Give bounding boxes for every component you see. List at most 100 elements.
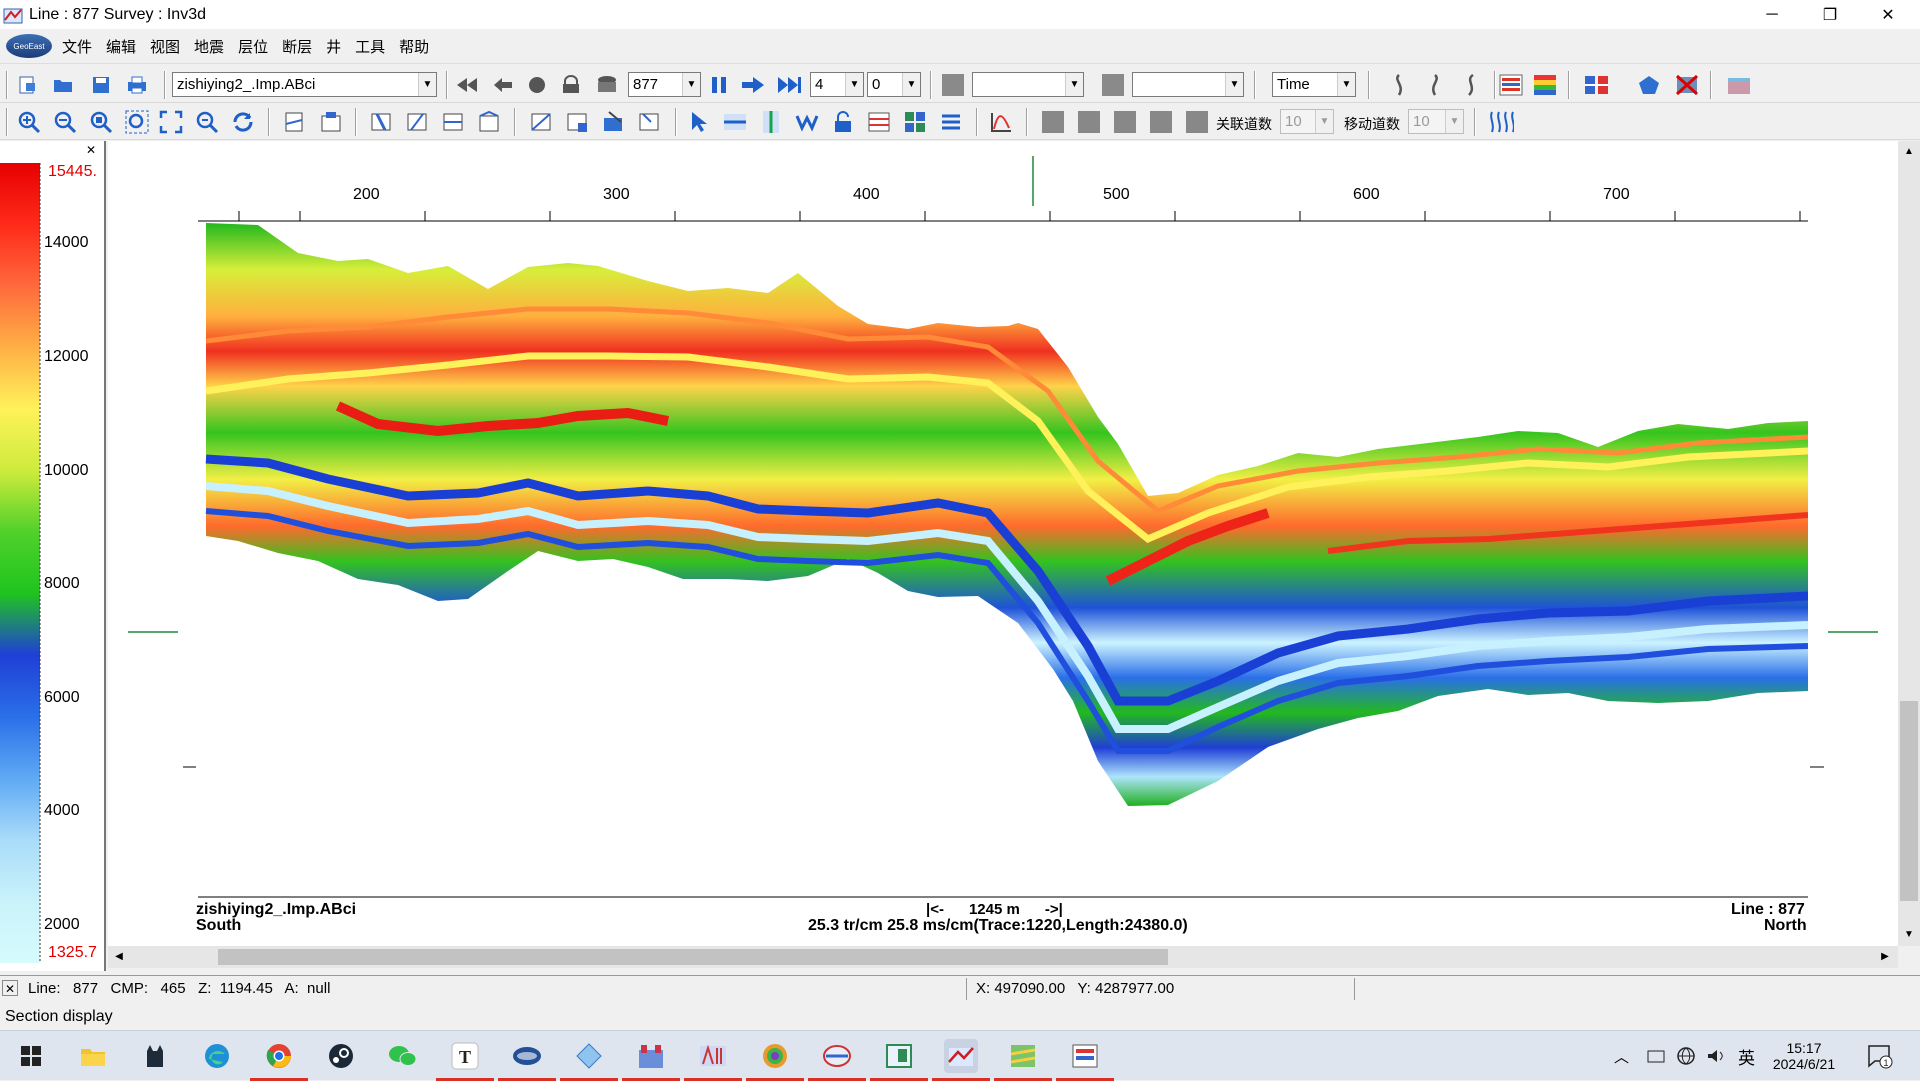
fault-pick-d-icon[interactable] — [476, 109, 502, 135]
diamond-app-icon[interactable] — [560, 1039, 618, 1081]
tray-chevron-icon[interactable]: ︿ — [1614, 1031, 1629, 1081]
vertical-scroll-thumb[interactable] — [1900, 701, 1918, 901]
fault-pick-c-icon[interactable] — [440, 109, 466, 135]
offset-select[interactable]: 0 ▼ — [867, 72, 921, 97]
menu-file[interactable]: 文件 — [62, 36, 92, 57]
print-icon[interactable] — [124, 72, 150, 98]
search-app-icon[interactable] — [808, 1039, 866, 1081]
tray-device-icon[interactable] — [1646, 1031, 1666, 1081]
window-app-icon[interactable] — [870, 1039, 928, 1081]
printer-line-icon[interactable] — [594, 72, 620, 98]
previous-line-icon[interactable] — [490, 72, 516, 98]
vertical-line-icon[interactable] — [758, 109, 784, 135]
settings-list-icon[interactable] — [938, 109, 964, 135]
stop-icon[interactable] — [524, 72, 550, 98]
zoom-window-icon[interactable] — [88, 109, 114, 135]
steam-icon[interactable] — [324, 1039, 358, 1073]
curve-chart-icon[interactable] — [988, 109, 1014, 135]
refresh-icon[interactable] — [230, 109, 256, 135]
vertical-scrollbar[interactable]: ▲ ▼ — [1898, 141, 1920, 946]
domain-select[interactable]: Time ▼ — [1272, 72, 1356, 97]
save-icon[interactable] — [88, 72, 114, 98]
tool-edit-b-icon[interactable] — [564, 109, 590, 135]
assoc-traces-select[interactable]: 10 ▼ — [1280, 109, 1334, 134]
pause-icon[interactable] — [706, 72, 732, 98]
colorbar-close-button[interactable]: ✕ — [84, 144, 98, 158]
horizon-pick-b-icon[interactable] — [318, 109, 344, 135]
tray-clock[interactable]: 15:17 2024/6/21 — [1770, 1031, 1838, 1081]
horizontal-line-icon[interactable] — [722, 109, 748, 135]
layout-icon[interactable] — [1584, 72, 1610, 98]
chrome-icon[interactable] — [250, 1039, 308, 1081]
new-icon[interactable] — [14, 72, 40, 98]
tool-edit-a-icon[interactable] — [528, 109, 554, 135]
first-line-icon[interactable] — [454, 72, 480, 98]
typora-icon[interactable]: T — [436, 1039, 494, 1081]
unlock-icon[interactable] — [830, 109, 856, 135]
fault-pick-a-icon[interactable] — [368, 109, 394, 135]
gray-a-icon[interactable] — [1040, 109, 1066, 135]
map-app-icon[interactable] — [994, 1039, 1052, 1081]
ai-app-icon[interactable] — [684, 1039, 742, 1081]
menu-tools[interactable]: 工具 — [355, 36, 385, 57]
fault-pick-b-icon[interactable] — [404, 109, 430, 135]
notification-icon[interactable]: 1 — [1866, 1031, 1894, 1081]
open-folder-icon[interactable] — [50, 72, 76, 98]
tray-input-language[interactable]: 英 — [1738, 1031, 1755, 1081]
tray-volume-icon[interactable] — [1706, 1031, 1726, 1081]
horizontal-scrollbar[interactable]: ◀ ▶ — [108, 946, 1898, 968]
wave-display-icon[interactable] — [1488, 109, 1514, 135]
zoom-fit-icon[interactable] — [124, 109, 150, 135]
full-extent-icon[interactable] — [158, 109, 184, 135]
combo-a-select[interactable]: ▼ — [972, 72, 1084, 97]
gray-c-icon[interactable] — [1112, 109, 1138, 135]
next-line-icon[interactable] — [740, 72, 766, 98]
panel-app-icon[interactable] — [1056, 1039, 1114, 1081]
color-swatch-b-icon[interactable] — [1100, 72, 1126, 98]
menu-well[interactable]: 井 — [326, 36, 341, 57]
file-explorer-icon[interactable] — [76, 1039, 110, 1073]
gray-d-icon[interactable] — [1148, 109, 1174, 135]
cat-app-icon[interactable] — [138, 1039, 172, 1073]
horizon-pick-a-icon[interactable] — [282, 109, 308, 135]
scroll-right-icon[interactable]: ▶ — [1876, 948, 1894, 966]
menu-horizon[interactable]: 层位 — [238, 36, 268, 57]
status-close-icon[interactable]: ✕ — [2, 980, 18, 996]
restore-button[interactable]: ❐ — [1801, 0, 1859, 29]
scroll-left-icon[interactable]: ◀ — [110, 948, 128, 966]
menu-edit[interactable]: 编辑 — [106, 36, 136, 57]
wiggle-a-icon[interactable] — [1386, 72, 1412, 98]
seismic-section-canvas[interactable] — [108, 141, 1898, 946]
polygon-icon[interactable] — [1636, 72, 1662, 98]
start-icon[interactable] — [14, 1039, 48, 1073]
lock-icon[interactable] — [558, 72, 584, 98]
scroll-down-icon[interactable]: ▼ — [1900, 926, 1918, 944]
horizontal-scroll-thumb[interactable] — [218, 949, 1168, 965]
zoom-out-icon[interactable] — [52, 109, 78, 135]
wiggle-c-icon[interactable] — [1458, 72, 1484, 98]
menu-seismic[interactable]: 地震 — [194, 36, 224, 57]
pointer-icon[interactable] — [686, 109, 712, 135]
blob-app-icon[interactable] — [746, 1039, 804, 1081]
menu-view[interactable]: 视图 — [150, 36, 180, 57]
wechat-icon[interactable] — [386, 1039, 420, 1073]
move-traces-select[interactable]: 10 ▼ — [1408, 109, 1464, 134]
variable-density-icon[interactable] — [1498, 72, 1524, 98]
seismic-section-view[interactable]: 200 300 400 500 600 700 zishiying2_.Imp.… — [108, 141, 1898, 966]
menu-fault[interactable]: 断层 — [282, 36, 312, 57]
zoom-previous-icon[interactable] — [194, 109, 220, 135]
color-swatch-a-icon[interactable] — [940, 72, 966, 98]
scroll-up-icon[interactable]: ▲ — [1900, 143, 1918, 161]
delete-polygon-icon[interactable] — [1674, 72, 1700, 98]
edge-icon[interactable] — [200, 1039, 234, 1073]
wavelet-icon[interactable] — [794, 109, 820, 135]
combo-b-select[interactable]: ▼ — [1132, 72, 1244, 97]
geoeast-taskbar-icon[interactable] — [498, 1039, 556, 1081]
castle-app-icon[interactable] — [622, 1039, 680, 1081]
table-icon[interactable] — [866, 109, 892, 135]
cube-3d-icon[interactable] — [1726, 72, 1752, 98]
menu-help[interactable]: 帮助 — [399, 36, 429, 57]
seismic-app-icon[interactable] — [932, 1039, 990, 1081]
tool-edit-d-icon[interactable] — [636, 109, 662, 135]
tray-network-icon[interactable] — [1676, 1031, 1696, 1081]
